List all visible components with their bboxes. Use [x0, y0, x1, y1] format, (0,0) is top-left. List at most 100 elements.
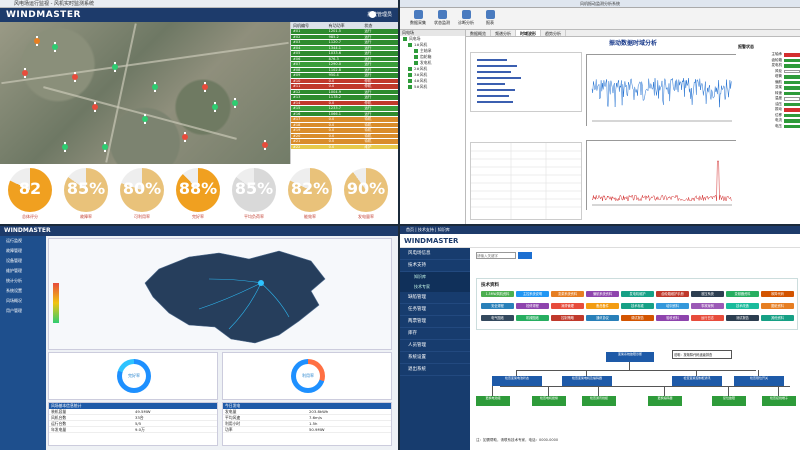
category-chip[interactable]: 发电机维护 — [621, 291, 654, 297]
category-chip[interactable]: 故障代码 — [761, 291, 794, 297]
table-row[interactable]: #22 0.0 维护 — [291, 144, 398, 150]
tab[interactable]: 时域波形 — [516, 30, 541, 36]
category-chip[interactable]: 技术标准 — [621, 303, 654, 309]
sidebar-item[interactable]: 人员管理 — [400, 340, 470, 352]
category-chip[interactable]: 其他资料 — [761, 315, 794, 321]
tab[interactable]: 数据概览 — [466, 30, 491, 36]
turbine-marker-icon[interactable] — [32, 36, 42, 46]
tree-node[interactable]: 5#风机 — [400, 84, 465, 90]
category-chip[interactable]: 培训资料 — [656, 303, 689, 309]
category-chip[interactable]: 主控系统说明 — [516, 291, 549, 297]
category-chip[interactable]: 齿轮箱维护手册 — [656, 291, 689, 297]
toolbar-button[interactable]: 报表 — [480, 8, 500, 29]
sidebar-item[interactable]: 设备管理 — [0, 256, 46, 266]
sidebar-item[interactable]: 系统设置 — [400, 352, 470, 364]
turbine-marker-icon[interactable] — [20, 68, 30, 78]
category-chip[interactable]: 变桨系统资料 — [551, 291, 584, 297]
sidebar-item[interactable]: 维护管理 — [0, 266, 46, 276]
table-cell: 待机 — [364, 133, 372, 138]
sidebar-item[interactable]: 故障管理 — [0, 246, 46, 256]
node-label: 3#风机 — [414, 72, 428, 77]
turbine-marker-icon[interactable] — [150, 82, 160, 92]
sidebar-item[interactable]: 退出系统 — [400, 364, 470, 376]
flow-action-box[interactable]: 检查接线端子 — [762, 396, 796, 406]
turbine-marker-icon[interactable] — [180, 132, 190, 142]
flow-action-box[interactable]: 复位故障 — [712, 396, 746, 406]
sidebar-item[interactable]: 两票管理 — [400, 316, 470, 328]
tab[interactable]: 趋势分析 — [541, 30, 566, 36]
sidebar-item[interactable]: 系统设置 — [0, 286, 46, 296]
category-chip[interactable]: 1.5MW风机资料 — [481, 291, 514, 297]
category-chip[interactable]: 备品备件 — [586, 303, 619, 309]
category-chip[interactable]: 测试报告 — [726, 315, 759, 321]
turbine-marker-icon[interactable] — [100, 142, 110, 152]
category-chip[interactable]: 验收资料 — [656, 315, 689, 321]
toolbar-button[interactable]: 诊断分析 — [456, 8, 476, 29]
category-chip[interactable]: 运行日志 — [691, 315, 724, 321]
kpi-gauge: 90% — [344, 168, 388, 212]
data-grid[interactable] — [470, 142, 582, 220]
category-chip[interactable]: 液压系统 — [691, 291, 724, 297]
category-chip[interactable]: 电气图纸 — [481, 315, 514, 321]
flow-action-box[interactable]: 更换编码器 — [648, 396, 682, 406]
toolbar-button[interactable]: 数据采集 — [408, 8, 428, 29]
flow-step-box[interactable]: 检查变桨控制柜通讯 — [672, 376, 722, 386]
turbine-marker-icon[interactable] — [70, 72, 80, 82]
flow-step-box[interactable]: 检查变桨电池状态 — [492, 376, 542, 386]
category-chip[interactable]: 机械图纸 — [516, 315, 549, 321]
toolbar-button[interactable]: 状态监测 — [432, 8, 452, 29]
search-button[interactable] — [518, 252, 532, 259]
turbine-marker-icon[interactable] — [230, 98, 240, 108]
sidebar-item[interactable]: 任务管理 — [400, 304, 470, 316]
category-chip[interactable]: 偏航系统资料 — [586, 291, 619, 297]
turbine-marker-icon[interactable] — [140, 114, 150, 124]
flow-root-box[interactable]: 变桨系统故障诊断 — [606, 352, 654, 362]
sidebar-item[interactable]: 运行监视 — [0, 236, 46, 246]
category-chip[interactable]: 检修规程 — [516, 303, 549, 309]
table-cell: 950.4 — [328, 73, 339, 77]
flow-step-box[interactable]: 检查变桨电机及编码器 — [562, 376, 612, 386]
sidebar-item[interactable]: 缺陷管理 — [400, 292, 470, 304]
category-chip[interactable]: 调试报告 — [621, 315, 654, 321]
turbine-marker-icon[interactable] — [90, 102, 100, 112]
flow-action-box[interactable]: 检查电机绝缘 — [532, 396, 566, 406]
category-chip[interactable]: 技术改造 — [726, 303, 759, 309]
china-map[interactable] — [48, 238, 392, 350]
category-chip[interactable]: 图纸资料 — [761, 303, 794, 309]
turbine-marker-icon[interactable] — [210, 102, 220, 112]
category-chip[interactable]: 润滑管理 — [551, 303, 584, 309]
user-name[interactable]: 系统管理员 — [367, 11, 392, 18]
turbine-marker-icon[interactable] — [260, 140, 270, 150]
time-wave-chart[interactable] — [586, 54, 737, 127]
table-cell: 1120.7 — [328, 40, 341, 44]
turbine-marker-icon[interactable] — [60, 142, 70, 152]
tab[interactable]: 频谱分析 — [491, 30, 516, 36]
turbine-marker-icon[interactable] — [50, 42, 60, 52]
category-chip[interactable]: 变频器资料 — [726, 291, 759, 297]
table-cell: 1066.1 — [328, 111, 341, 116]
category-chip[interactable]: 安全规程 — [481, 303, 514, 309]
sidebar-item[interactable]: 风电场信息 — [400, 248, 470, 260]
sidebar-item[interactable]: 技术支持 — [400, 260, 470, 272]
category-chip[interactable]: 通讯协议 — [586, 315, 619, 321]
sidebar-item[interactable]: 风场概况 — [0, 296, 46, 306]
turbine-marker-icon[interactable] — [200, 82, 210, 92]
category-chip[interactable]: 事故案例 — [691, 303, 724, 309]
sidebar-item[interactable]: 统计分析 — [0, 276, 46, 286]
table-cell: #16 — [293, 111, 301, 116]
table-cell: 停机 — [364, 84, 372, 88]
flow-action-box[interactable]: 检查通讯线缆 — [582, 396, 616, 406]
spectrum-chart[interactable] — [586, 140, 737, 211]
sidebar-item[interactable]: 知识库 — [400, 272, 470, 282]
sidebar-item[interactable]: 库存 — [400, 328, 470, 340]
sidebar-item[interactable]: 技术专家 — [400, 282, 470, 292]
table-cell: 0.0 — [328, 122, 335, 127]
category-chip[interactable]: 控制策略 — [551, 315, 584, 321]
search-input[interactable] — [476, 252, 516, 259]
flow-action-box[interactable]: 更换电池组 — [476, 396, 510, 406]
column-header: 风机编号 — [293, 23, 309, 28]
satellite-map[interactable] — [0, 22, 290, 164]
sidebar-item[interactable]: 用户管理 — [0, 306, 46, 316]
turbine-marker-icon[interactable] — [110, 62, 120, 72]
flow-step-box[interactable]: 检查限位开关 — [734, 376, 784, 386]
